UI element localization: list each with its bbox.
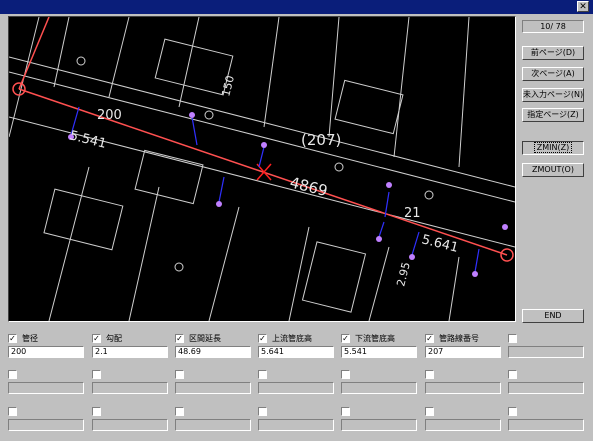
empty-checkbox[interactable] — [175, 407, 184, 416]
unentered-page-button[interactable]: 未入力ページ(N) — [522, 88, 584, 102]
end-button[interactable]: END — [522, 309, 584, 323]
zoom-in-label: ZMIN(Z) — [533, 142, 573, 153]
pipeline-number-checkbox[interactable]: ✓ — [425, 334, 434, 343]
empty-input[interactable] — [258, 382, 334, 394]
map-canvas[interactable]: 200 5.541 (207) 4869 5.641 150 2.95 21 — [9, 17, 515, 321]
map-label-295: 2.95 — [394, 261, 413, 288]
empty-checkbox[interactable] — [508, 370, 517, 379]
section-length-checkbox[interactable]: ✓ — [175, 334, 184, 343]
upstream-invert-checkbox[interactable]: ✓ — [258, 334, 267, 343]
empty-checkbox[interactable] — [258, 407, 267, 416]
title-bar: ✕ — [0, 0, 593, 14]
section-length-input[interactable]: 48.69 — [175, 346, 251, 358]
empty-input[interactable] — [8, 419, 84, 431]
empty-input[interactable] — [341, 419, 417, 431]
empty-checkbox[interactable] — [8, 407, 17, 416]
empty-checkbox[interactable] — [341, 370, 350, 379]
downstream-invert-input[interactable]: 5.541 — [341, 346, 417, 358]
empty-checkbox[interactable] — [92, 407, 101, 416]
zoom-in-button[interactable]: ZMIN(Z) — [522, 141, 584, 155]
pipe-diameter-input[interactable]: 200 — [8, 346, 84, 358]
empty-input[interactable] — [175, 419, 251, 431]
map-label-21: 21 — [404, 206, 421, 221]
empty-input[interactable] — [258, 419, 334, 431]
next-page-button[interactable]: 次ページ(A) — [522, 67, 584, 81]
zoom-out-button[interactable]: ZMOUT(O) — [522, 163, 584, 177]
empty-input[interactable] — [425, 419, 501, 431]
gradient-label: 勾配 — [106, 334, 122, 343]
section-length-label: 区間延長 — [189, 334, 221, 343]
downstream-invert-checkbox[interactable]: ✓ — [341, 334, 350, 343]
map-viewer[interactable]: 200 5.541 (207) 4869 5.641 150 2.95 21 — [8, 16, 516, 322]
gradient-checkbox[interactable]: ✓ — [92, 334, 101, 343]
upstream-invert-input[interactable]: 5.641 — [258, 346, 334, 358]
close-button[interactable]: ✕ — [577, 1, 589, 12]
pipeline-number-label: 管路線番号 — [439, 334, 479, 343]
empty-input[interactable] — [508, 419, 584, 431]
specified-page-button[interactable]: 指定ページ(Z) — [522, 108, 584, 122]
map-labels: 200 5.541 (207) 4869 5.641 150 2.95 21 — [68, 74, 460, 288]
pipeline-number-input[interactable]: 207 — [425, 346, 501, 358]
empty-input[interactable] — [508, 346, 584, 358]
map-label-200: 200 — [97, 108, 122, 123]
empty-input[interactable] — [92, 419, 168, 431]
empty-input[interactable] — [508, 382, 584, 394]
empty-checkbox[interactable] — [92, 370, 101, 379]
map-label-5641: 5.641 — [420, 232, 460, 256]
empty-input[interactable] — [341, 382, 417, 394]
map-label-5541: 5.541 — [68, 128, 108, 152]
map-label-207: (207) — [301, 131, 341, 149]
empty-checkbox[interactable] — [258, 370, 267, 379]
page-counter: 10/ 78 — [522, 20, 584, 33]
map-label-4869: 4869 — [288, 173, 329, 200]
downstream-invert-label: 下流管底高 — [355, 334, 395, 343]
empty-checkbox[interactable] — [508, 407, 517, 416]
pipe-diameter-label: 管径 — [22, 334, 38, 343]
empty-input[interactable] — [8, 382, 84, 394]
gradient-input[interactable]: 2.1 — [92, 346, 168, 358]
empty-checkbox[interactable] — [8, 370, 17, 379]
empty-input[interactable] — [175, 382, 251, 394]
empty-input[interactable] — [92, 382, 168, 394]
map-label-150: 150 — [219, 74, 237, 98]
pipe-diameter-checkbox[interactable]: ✓ — [8, 334, 17, 343]
empty-input[interactable] — [425, 382, 501, 394]
empty-checkbox[interactable] — [508, 334, 517, 343]
empty-checkbox[interactable] — [175, 370, 184, 379]
offset-markers — [70, 106, 480, 273]
empty-checkbox[interactable] — [341, 407, 350, 416]
empty-checkbox[interactable] — [425, 370, 434, 379]
empty-checkbox[interactable] — [425, 407, 434, 416]
upstream-invert-label: 上流管底高 — [272, 334, 312, 343]
prev-page-button[interactable]: 前ページ(D) — [522, 46, 584, 60]
